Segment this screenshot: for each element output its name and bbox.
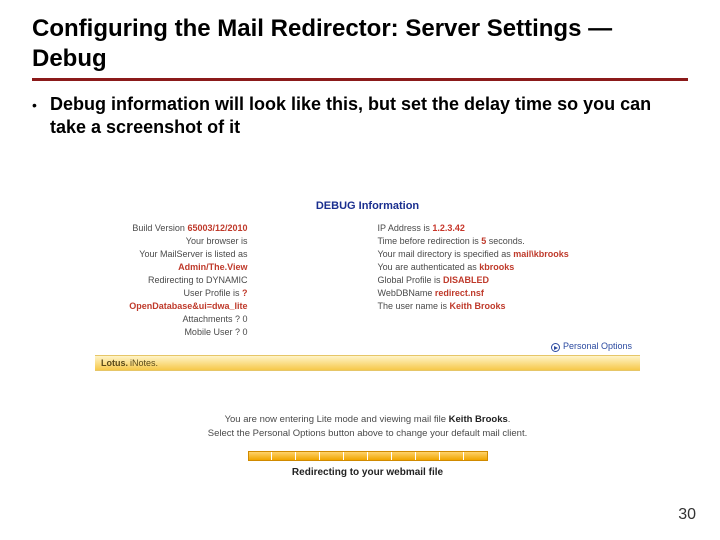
inotes-label: iNotes. (130, 358, 158, 368)
embedded-screenshot: DEBUG Information Build Version 65003/12… (95, 200, 640, 478)
mobile-row: Mobile User ? 0 (95, 326, 368, 339)
lite-mode-line-2: Select the Personal Options button above… (95, 427, 640, 441)
bullet-dot-icon: • (32, 93, 50, 117)
personal-options-link[interactable]: Personal Options (95, 341, 640, 351)
lite-mode-line-1: You are now entering Lite mode and viewi… (95, 413, 640, 427)
browser-row: Your browser is (95, 235, 368, 248)
personal-options-label: Personal Options (563, 341, 632, 351)
debug-columns: Build Version 65003/12/2010 Your browser… (95, 222, 640, 339)
profile-row: User Profile is ?OpenDatabase&ui=dwa_lit… (95, 287, 368, 313)
build-version-row: Build Version 65003/12/2010 (95, 222, 368, 235)
debug-header: DEBUG Information (95, 200, 640, 212)
progress-segment (320, 452, 344, 460)
mailserver-row: Your MailServer is listed as Admin/The.V… (95, 248, 368, 274)
maildir-row: Your mail directory is specified as mail… (368, 248, 641, 261)
progress-segment (440, 452, 464, 460)
lite-mode-message: You are now entering Lite mode and viewi… (95, 413, 640, 442)
global-row: Global Profile is DISABLED (368, 274, 641, 287)
webdb-row: WebDBName redirect.nsf (368, 287, 641, 300)
progress-segment (272, 452, 296, 460)
delay-row: Time before redirection is 5 seconds. (368, 235, 641, 248)
progress-segment (249, 452, 273, 460)
slide-title: Configuring the Mail Redirector: Server … (32, 14, 688, 74)
progress-segment (296, 452, 320, 460)
ip-row: IP Address is 1.2.3.42 (368, 222, 641, 235)
bullet-text: Debug information will look like this, b… (50, 93, 688, 138)
arrow-right-icon (551, 343, 560, 352)
slide: Configuring the Mail Redirector: Server … (0, 0, 720, 540)
auth-row: You are authenticated as kbrooks (368, 261, 641, 274)
progress-segment (368, 452, 392, 460)
progress-bar-wrap (248, 451, 488, 461)
progress-segment (344, 452, 368, 460)
mailfile-name: Keith Brooks (449, 414, 508, 425)
redirecting-text: Redirecting to your webmail file (95, 467, 640, 478)
bullet-item: • Debug information will look like this,… (32, 93, 688, 138)
bullet-list: • Debug information will look like this,… (32, 93, 688, 138)
lotus-label: Lotus. (101, 358, 128, 368)
redirecting-row: Redirecting to DYNAMIC (95, 274, 368, 287)
lotus-inotes-bar: Lotus. iNotes. (95, 355, 640, 371)
attachments-row: Attachments ? 0 (95, 313, 368, 326)
progress-bar (248, 451, 488, 461)
page-number: 30 (678, 506, 696, 524)
progress-segment (464, 452, 487, 460)
title-underline (32, 78, 688, 81)
progress-segment (416, 452, 440, 460)
debug-right-column: IP Address is 1.2.3.42 Time before redir… (368, 222, 641, 339)
username-row: The user name is Keith Brooks (368, 300, 641, 313)
debug-left-column: Build Version 65003/12/2010 Your browser… (95, 222, 368, 339)
progress-segment (392, 452, 416, 460)
